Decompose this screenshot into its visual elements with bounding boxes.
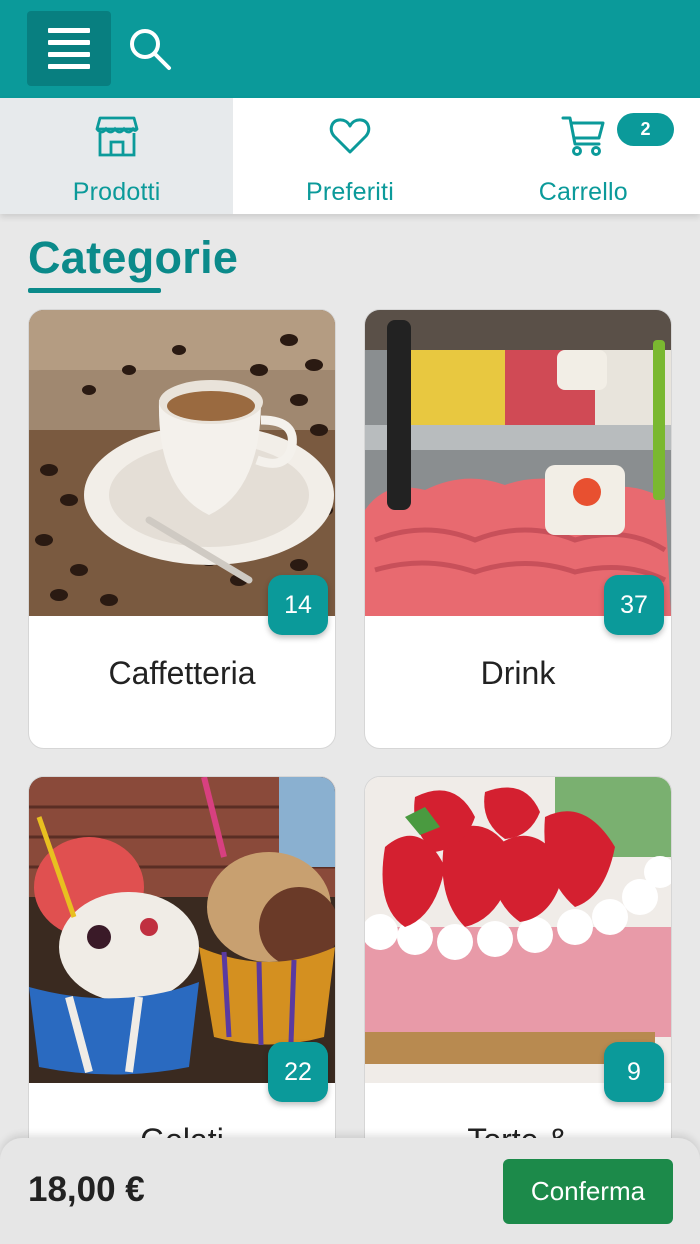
hamburger-menu-icon[interactable] (27, 11, 111, 86)
category-count-badge: 9 (604, 1042, 664, 1102)
category-name: Drink (480, 655, 556, 691)
main-nav-tabs: Prodotti Preferiti Carrello (0, 98, 700, 214)
checkout-bar: 18,00 € Conferma (0, 1138, 700, 1244)
category-card[interactable]: 14 Caffetteria (28, 309, 336, 749)
confirm-button[interactable]: Conferma (503, 1159, 673, 1224)
tab-label: Preferiti (306, 178, 394, 206)
section-title: Categorie (28, 232, 239, 283)
tab-label: Carrello (538, 178, 628, 206)
tab-prodotti[interactable]: Prodotti (0, 98, 234, 214)
tab-preferiti[interactable]: Preferiti (233, 98, 466, 214)
strawberry-gelato-image (365, 310, 671, 616)
heart-icon (329, 118, 371, 154)
cart-total: 18,00 € (28, 1170, 145, 1209)
category-count-badge: 22 (268, 1042, 328, 1102)
title-underline (28, 288, 161, 293)
category-count-badge: 14 (268, 575, 328, 635)
coffee-cup-image (29, 310, 335, 616)
cart-count-badge: 2 (617, 113, 674, 146)
cart-icon (561, 116, 605, 156)
category-count-badge: 37 (604, 575, 664, 635)
search-icon[interactable] (126, 25, 174, 73)
top-bar (0, 0, 700, 98)
category-card[interactable]: 37 Drink (364, 309, 672, 749)
store-icon (95, 116, 139, 157)
category-name: Caffetteria (108, 655, 256, 691)
gelato-cups-image (29, 777, 335, 1083)
strawberry-cake-image (365, 777, 671, 1083)
tab-label: Prodotti (72, 178, 161, 206)
